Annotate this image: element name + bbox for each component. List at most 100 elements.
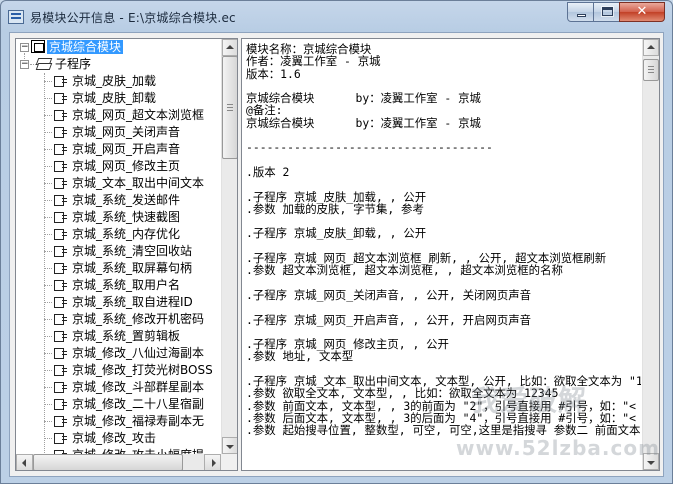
tree-subroutine-item[interactable]: 京城_修改_攻击 <box>53 430 158 447</box>
info-viewer[interactable]: 模块名称：京城综合模块 作者：凌翼工作室 - 京城 版本：1.6 京城综合模块 by：… <box>241 38 660 471</box>
tree-item-label: 京城_系统_内存优化 <box>72 227 181 241</box>
tree-subroutine-item[interactable]: 京城_系统_修改开机密码 <box>53 311 206 328</box>
tree-line <box>44 302 52 303</box>
watermark-text: 我爱破解 <box>471 384 588 417</box>
viewer-scroll-up-button[interactable] <box>643 39 659 56</box>
tree-subroutine-item[interactable]: 京城_网页_开启声音 <box>53 141 182 158</box>
tree-item-label: 京城_修改_斗部群星副本 <box>72 380 205 394</box>
tree-scroll-left-button[interactable] <box>16 454 33 470</box>
tree-subroutine-item[interactable]: 京城_系统_取屏幕句柄 <box>53 260 194 277</box>
tree-subroutine-item[interactable]: 京城_网页_关闭声音 <box>53 124 182 141</box>
tree-horizontal-scrollbar[interactable] <box>16 454 221 470</box>
text-line: 京城综合模块 by：凌翼工作室 - 京城 <box>246 115 481 130</box>
watermark-url: www.52lzba.com <box>456 436 660 460</box>
minimize-button[interactable] <box>567 2 594 22</box>
collapse-root-icon[interactable]: − <box>20 43 29 52</box>
tree-group-node[interactable]: 子程序 <box>36 56 93 73</box>
tree-item-label: 京城_系统_取屏幕句柄 <box>72 261 193 275</box>
text-line: @备注: <box>246 103 283 118</box>
tree-subroutine-item[interactable]: 京城_系统_取自进程ID <box>53 294 195 311</box>
tree-scroll-down-button[interactable] <box>222 437 237 454</box>
tree-item-label: 京城_修改_八仙过海副本 <box>72 346 205 360</box>
viewer-scroll-thumb[interactable] <box>643 59 659 81</box>
subroutine-icon <box>53 415 68 427</box>
tree-subroutine-item[interactable]: 京城_修改_八仙过海副本 <box>53 345 206 362</box>
tree-item-label: 京城_修改_攻击 <box>72 431 157 445</box>
viewer-vertical-scrollbar[interactable] <box>642 39 659 470</box>
tree-item-label: 京城_修改_打荧光树BOSS <box>72 363 213 377</box>
subroutine-icon <box>53 211 68 223</box>
close-button[interactable]: ✕ <box>619 2 665 22</box>
tree-subroutine-item[interactable]: 京城_修改_攻击小幅度提 <box>53 447 206 454</box>
tree-line <box>44 234 52 235</box>
subroutine-icon <box>53 92 68 104</box>
tree-vertical-scrollbar[interactable] <box>221 39 237 454</box>
module-icon <box>31 40 45 53</box>
tree-subroutine-item[interactable]: 京城_修改_斗部群星副本 <box>53 379 206 396</box>
collapse-group-icon[interactable]: − <box>20 60 29 69</box>
tree-line <box>44 73 45 454</box>
tree-subroutine-item[interactable]: 京城_系统_清空回收站 <box>53 243 194 260</box>
tree-scroll-up-button[interactable] <box>222 39 237 56</box>
tree-line <box>44 200 52 201</box>
tree-line <box>44 438 52 439</box>
subroutine-icon <box>53 432 68 444</box>
tree-scroll-right-button[interactable] <box>204 454 221 470</box>
tree-subroutine-item[interactable]: 京城_网页_修改主页 <box>53 158 182 175</box>
tree-subroutine-item[interactable]: 京城_网页_超文本浏览框 <box>53 107 206 124</box>
tree-content: − 京城综合模块 − 子程序 京城_皮肤_加载 京城_皮肤_卸载 京城_网页_超文本… <box>16 39 221 454</box>
tree-subroutine-item[interactable]: 京城_修改_二十八星宿副 <box>53 396 206 413</box>
tree-item-label: 京城_系统_取自进程ID <box>72 295 193 309</box>
tree-line <box>44 81 52 82</box>
tree-subroutine-item[interactable]: 京城_修改_福禄寿副本无 <box>53 413 206 430</box>
tree-item-label: 京城_系统_快速截图 <box>72 210 181 224</box>
module-tree[interactable]: − 京城综合模块 − 子程序 京城_皮肤_加载 京城_皮肤_卸载 京城_网页_超文本… <box>15 38 238 471</box>
tree-hscroll-thumb[interactable] <box>33 454 183 470</box>
subroutine-icon <box>53 109 68 121</box>
text-line: ------------------------------------ <box>246 140 493 155</box>
tree-group-label: 子程序 <box>55 57 92 71</box>
tree-root-label: 京城综合模块 <box>47 40 124 54</box>
tree-root-node[interactable]: 京城综合模块 <box>31 39 124 56</box>
subroutine-icon <box>53 398 68 410</box>
title-bar[interactable]: 易模块公开信息 - E:\京城综合模块.ec ✕ <box>1 1 672 33</box>
tree-line <box>44 319 52 320</box>
tree-subroutine-item[interactable]: 京城_系统_取用户名 <box>53 277 182 294</box>
tree-subroutine-item[interactable]: 京城_皮肤_卸载 <box>53 90 158 107</box>
tree-subroutine-item[interactable]: 京城_系统_置剪辑板 <box>53 328 182 345</box>
tree-line <box>44 268 52 269</box>
tree-item-label: 京城_系统_修改开机密码 <box>72 312 205 326</box>
maximize-icon <box>602 7 613 16</box>
tree-line <box>44 217 52 218</box>
window-title: 易模块公开信息 - E:\京城综合模块.ec <box>30 11 236 25</box>
text-line: .参数 地址, 文本型 <box>246 349 354 364</box>
tree-item-label: 京城_文本_取出中间文本 <box>72 176 205 190</box>
tree-subroutine-item[interactable]: 京城_系统_快速截图 <box>53 209 182 226</box>
subroutine-icon <box>53 313 68 325</box>
subroutine-icon <box>53 160 68 172</box>
maximize-button[interactable] <box>593 2 620 22</box>
tree-subroutine-item[interactable]: 京城_系统_发送邮件 <box>53 192 182 209</box>
text-line: 作者：凌翼工作室 - 京城 <box>246 54 381 69</box>
tree-subroutine-item[interactable]: 京城_系统_内存优化 <box>53 226 182 243</box>
subroutine-icon <box>53 194 68 206</box>
tree-item-label: 京城_系统_清空回收站 <box>72 244 193 258</box>
subroutine-icon <box>53 126 68 138</box>
arrow-down-icon <box>226 444 234 449</box>
tree-subroutine-item[interactable]: 京城_修改_打荧光树BOSS <box>53 362 215 379</box>
tree-line <box>44 98 52 99</box>
subroutine-icon <box>53 296 68 308</box>
tree-line <box>44 132 52 133</box>
text-line <box>246 301 641 313</box>
text-line: 京城综合模块 by：凌翼工作室 - 京城 <box>246 91 481 106</box>
tree-line <box>44 421 52 422</box>
subroutine-icon <box>53 228 68 240</box>
grip-icon <box>227 103 233 111</box>
tree-line <box>44 285 52 286</box>
scroll-corner <box>221 454 237 470</box>
tree-subroutine-item[interactable]: 京城_文本_取出中间文本 <box>53 175 206 192</box>
text-line: .版本 2 <box>246 164 290 179</box>
tree-subroutine-item[interactable]: 京城_皮肤_加载 <box>53 73 158 90</box>
close-icon: ✕ <box>636 4 648 19</box>
tree-scroll-thumb[interactable] <box>222 56 237 159</box>
